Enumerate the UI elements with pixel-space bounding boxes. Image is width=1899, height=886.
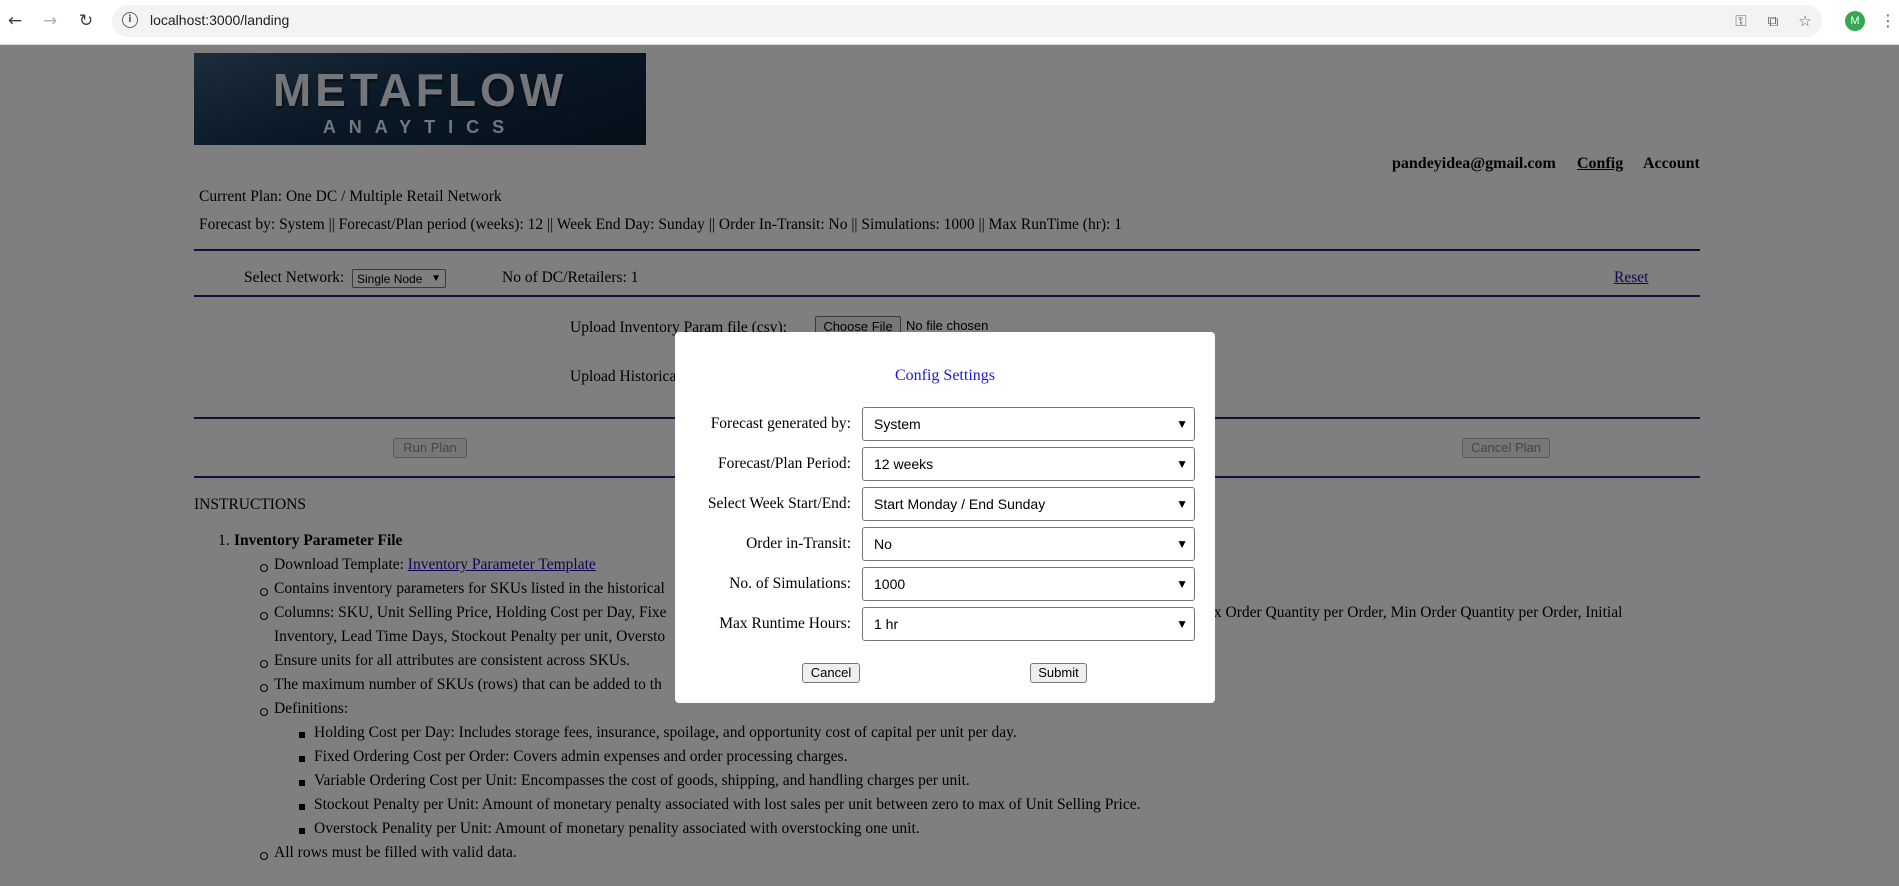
- bookmark-star-icon[interactable]: ☆: [1794, 10, 1816, 32]
- forward-arrow-icon[interactable]: →: [39, 10, 61, 32]
- back-arrow-icon[interactable]: ←: [4, 10, 26, 32]
- select-value: Start Monday / End Sunday: [874, 496, 1046, 512]
- chevron-down-icon: ▼: [1176, 457, 1188, 471]
- chevron-down-icon: ▼: [1176, 497, 1188, 511]
- forecast-period-select[interactable]: 12 weeks ▼: [862, 447, 1195, 481]
- week-start-end-label: Select Week Start/End:: [707, 495, 851, 512]
- url-text[interactable]: localhost:3000/landing: [150, 12, 289, 28]
- reload-icon[interactable]: ↻: [75, 10, 97, 32]
- config-settings-dialog: Config Settings Forecast generated by: S…: [675, 332, 1215, 703]
- chevron-down-icon: ▼: [1176, 537, 1188, 551]
- chevron-down-icon: ▼: [1176, 417, 1188, 431]
- order-in-transit-select[interactable]: No ▼: [862, 527, 1195, 561]
- select-value: System: [874, 416, 921, 432]
- submit-button[interactable]: Submit: [1030, 663, 1087, 683]
- cancel-button[interactable]: Cancel: [802, 663, 860, 683]
- chevron-down-icon: ▼: [1176, 577, 1188, 591]
- max-runtime-label: Max Runtime Hours:: [719, 615, 851, 632]
- browser-menu-icon[interactable]: ⋮: [1880, 9, 1896, 33]
- forecast-generated-select[interactable]: System ▼: [862, 407, 1195, 441]
- simulations-select[interactable]: 1000 ▼: [862, 567, 1195, 601]
- select-value: 1000: [874, 576, 906, 592]
- simulations-label: No. of Simulations:: [729, 575, 851, 592]
- order-in-transit-label: Order in-Transit:: [746, 535, 851, 552]
- select-value: 12 weeks: [874, 456, 934, 472]
- install-app-icon[interactable]: ⧉: [1762, 10, 1784, 32]
- week-start-end-select[interactable]: Start Monday / End Sunday ▼: [862, 487, 1195, 521]
- browser-toolbar: ← → ↻ i localhost:3000/landing ⚿ ⧉ ☆ M ⋮: [0, 0, 1899, 45]
- address-bar[interactable]: i localhost:3000/landing ⚿ ⧉ ☆: [112, 5, 1822, 37]
- select-value: No: [874, 536, 892, 552]
- dialog-title: Config Settings: [894, 367, 995, 384]
- key-icon[interactable]: ⚿: [1730, 10, 1752, 32]
- profile-avatar[interactable]: M: [1845, 11, 1865, 31]
- max-runtime-select[interactable]: 1 hr ▼: [862, 607, 1195, 641]
- site-info-icon[interactable]: i: [122, 12, 138, 28]
- forecast-generated-label: Forecast generated by:: [710, 415, 851, 432]
- chevron-down-icon: ▼: [1176, 617, 1188, 631]
- select-value: 1 hr: [874, 616, 899, 632]
- forecast-period-label: Forecast/Plan Period:: [717, 455, 851, 472]
